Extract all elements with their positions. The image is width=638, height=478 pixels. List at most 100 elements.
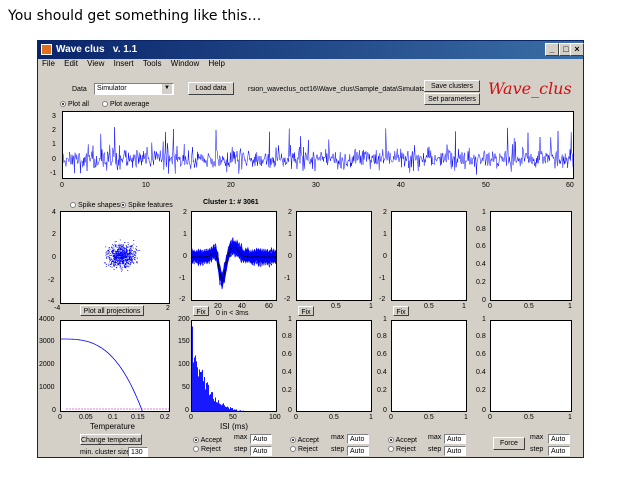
fix-button[interactable]: Fix: [193, 306, 209, 316]
save-clusters-button[interactable]: Save clusters: [424, 80, 480, 92]
menu-file[interactable]: File: [42, 59, 55, 68]
radio-off-icon: [290, 446, 296, 453]
y-tick: 0.2: [476, 387, 486, 394]
y-tick: 1: [183, 231, 187, 238]
x-tick: 0.5: [424, 414, 434, 421]
cluster-2-plot: [296, 211, 372, 301]
y-tick: 4000: [39, 316, 55, 323]
x-tick: 0.1: [108, 414, 118, 421]
plot-all-projections-button[interactable]: Plot all projections: [80, 305, 144, 316]
caption: You should get something like this…: [8, 8, 262, 24]
y-tick: 0: [52, 407, 56, 414]
radio-on-icon: [388, 437, 394, 444]
max-input[interactable]: Auto: [250, 434, 272, 444]
x-tick: 1: [462, 303, 466, 310]
y-tick: 1: [288, 231, 292, 238]
y-tick: 0.2: [282, 387, 292, 394]
x-tick: 1: [464, 414, 468, 421]
y-tick: 0.8: [377, 333, 387, 340]
radio-off-icon: [193, 446, 199, 453]
data-select[interactable]: Simulator ▼: [94, 83, 174, 95]
y-tick: 0.6: [476, 351, 486, 358]
menu-view[interactable]: View: [87, 59, 104, 68]
y-tick: 0.8: [476, 226, 486, 233]
step-input[interactable]: Auto: [548, 446, 570, 456]
cluster-1-waveforms: [191, 211, 277, 301]
x-tick: 50: [482, 182, 490, 189]
reject-radio[interactable]: Reject: [290, 446, 318, 453]
isi-histogram: [191, 320, 277, 412]
wave-clus-window: Wave clus v. 1.1 _ □ × File Edit View In…: [37, 40, 584, 458]
accept-radio[interactable]: Accept: [388, 437, 417, 444]
max-input[interactable]: Auto: [548, 434, 570, 444]
signal-plot: [62, 111, 574, 179]
y-tick: 0.2: [476, 279, 486, 286]
plot-average-radio[interactable]: Plot average: [102, 101, 149, 108]
menu-window[interactable]: Window: [171, 59, 199, 68]
y-tick: -4: [48, 298, 55, 305]
x-tick: 0: [189, 414, 193, 421]
y-tick: 0: [383, 253, 387, 260]
change-temperature-button[interactable]: Change temperature: [80, 434, 142, 445]
accept-radio[interactable]: Accept: [193, 437, 222, 444]
y-tick: -1: [379, 275, 386, 282]
y-tick: 50: [182, 384, 190, 391]
menu-insert[interactable]: Insert: [114, 59, 134, 68]
radio-on-icon: [193, 437, 199, 444]
y-tick: 0.4: [282, 369, 292, 376]
x-tick: 0.5: [331, 303, 341, 310]
cluster-3-isi: [391, 320, 467, 412]
y-tick: 0: [482, 407, 486, 414]
step-input[interactable]: Auto: [347, 446, 369, 456]
spike-shapes-radio[interactable]: Spike shapes: [70, 202, 120, 209]
y-tick: 0.8: [282, 333, 292, 340]
y-tick: -2: [179, 296, 186, 303]
accept-radio[interactable]: Accept: [290, 437, 319, 444]
step-input[interactable]: Auto: [444, 446, 466, 456]
radio-off-icon: [102, 101, 108, 108]
data-label: Data: [72, 86, 87, 93]
min-cluster-size-input[interactable]: 130: [128, 447, 148, 457]
y-tick: 0.4: [476, 261, 486, 268]
fix-button[interactable]: Fix: [393, 306, 409, 316]
signal-trace: [63, 127, 573, 175]
set-parameters-button[interactable]: Set parameters: [424, 93, 480, 105]
window-title: Wave clus v. 1.1: [56, 44, 138, 55]
load-data-button[interactable]: Load data: [188, 82, 234, 95]
menu-edit[interactable]: Edit: [64, 59, 78, 68]
step-label: step: [530, 446, 544, 453]
max-input[interactable]: Auto: [347, 434, 369, 444]
y-tick: 0: [52, 156, 56, 163]
force-button[interactable]: Force: [493, 437, 525, 450]
close-button[interactable]: ×: [570, 43, 584, 56]
min-cluster-size-label: min. cluster size: [80, 449, 131, 456]
menu-help[interactable]: Help: [208, 59, 224, 68]
y-tick: 100: [178, 361, 190, 368]
reject-radio[interactable]: Reject: [193, 446, 221, 453]
x-tick: 20: [227, 182, 235, 189]
menu-tools[interactable]: Tools: [143, 59, 162, 68]
y-tick: 2: [52, 231, 56, 238]
minimize-button[interactable]: _: [545, 43, 559, 56]
y-tick: 0.6: [282, 351, 292, 358]
y-tick: -2: [379, 296, 386, 303]
x-tick: 40: [397, 182, 405, 189]
plot-all-radio[interactable]: Plot all: [60, 101, 89, 108]
y-tick: 1: [52, 141, 56, 148]
dropdown-arrow-icon[interactable]: ▼: [162, 84, 172, 94]
max-label: max: [331, 434, 345, 441]
fix-button[interactable]: Fix: [298, 306, 314, 316]
menu-bar: File Edit View Insert Tools Window Help: [38, 59, 583, 71]
y-tick: 2: [183, 209, 187, 216]
spike-features-radio[interactable]: Spike features: [120, 202, 173, 209]
y-tick: 0: [185, 407, 189, 414]
y-tick: 0: [383, 407, 387, 414]
reject-radio[interactable]: Reject: [388, 446, 416, 453]
x-tick: 0: [488, 414, 492, 421]
y-tick: 2: [52, 127, 56, 134]
y-tick: 0.4: [377, 369, 387, 376]
temperature-xlabel: Temperature: [90, 422, 135, 431]
step-input[interactable]: Auto: [250, 446, 272, 456]
max-input[interactable]: Auto: [444, 434, 466, 444]
title-bar: Wave clus v. 1.1 _ □ ×: [38, 41, 584, 59]
